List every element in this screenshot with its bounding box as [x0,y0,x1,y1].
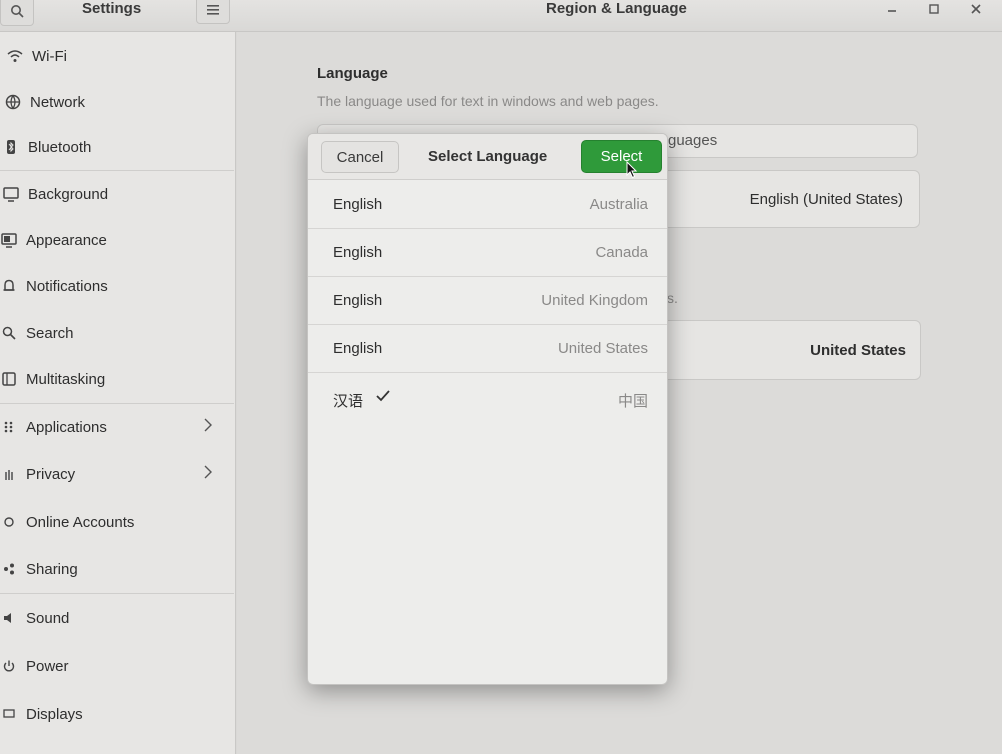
sidebar: Wi-Fi Network Bluetooth Background Appea… [0,32,236,754]
formats-value: United States [810,342,906,359]
hamburger-icon [207,5,219,15]
language-description: The language used for text in windows an… [317,93,659,109]
sidebar-item-privacy[interactable]: Privacy [0,451,228,497]
sidebar-item-label: Appearance [26,231,107,249]
language-name: English [333,292,383,309]
maximize-icon [929,4,939,14]
sidebar-item-label: Wi-Fi [32,47,67,65]
sidebar-divider [0,593,234,594]
sidebar-item-displays[interactable]: Displays [0,691,228,737]
cancel-button[interactable]: Cancel [321,141,399,173]
checkmark-icon [375,389,391,407]
language-region: 中国 [617,393,648,410]
sidebar-item-label: Online Accounts [26,513,135,531]
sidebar-item-power[interactable]: Power [0,643,228,689]
language-heading: Language [317,65,388,82]
bell-icon [0,277,18,295]
sidebar-item-notifications[interactable]: Notifications [0,263,228,309]
manage-languages-label: guages [668,132,718,149]
close-icon [971,4,981,14]
language-option[interactable]: English Australia [308,181,667,229]
sidebar-item-sharing[interactable]: Sharing [0,546,228,592]
sidebar-item-label: Privacy [26,465,76,483]
sidebar-item-label: Sharing [26,560,78,578]
sidebar-item-label: Bluetooth [28,138,92,156]
language-region: Canada [595,244,648,261]
language-option[interactable]: English United Kingdom [308,277,667,325]
sidebar-item-background[interactable]: Background [0,171,228,217]
menu-button[interactable] [196,0,230,24]
mouse-cursor-icon [626,161,638,179]
select-button[interactable]: Select [581,140,662,173]
background-icon [2,185,20,203]
sidebar-item-network[interactable]: Network [0,79,228,125]
language-region: United States [557,340,648,357]
sidebar-item-online-accounts[interactable]: Online Accounts [0,499,228,545]
share-icon [0,560,18,578]
sidebar-item-label: Displays [26,705,83,723]
sidebar-item-label: Multitasking [26,370,106,388]
wifi-icon [6,47,24,65]
language-option[interactable]: English United States [308,325,667,373]
language-name: 汉语 [333,393,364,410]
sidebar-item-label: Applications [26,418,107,436]
chevron-right-icon [204,418,212,436]
language-name: English [333,196,383,213]
language-name: English [333,340,383,357]
network-icon [4,93,22,111]
formats-description: s. [667,290,678,306]
hand-icon [0,465,18,483]
header-bar: Settings Region & Language [0,0,1002,32]
power-icon [0,657,18,675]
sidebar-item-wifi[interactable]: Wi-Fi [0,33,228,79]
search-icon [11,5,24,18]
sidebar-item-appearance[interactable]: Appearance [0,217,228,263]
language-name: English [333,244,383,261]
sidebar-item-label: Power [26,657,69,675]
sidebar-item-applications[interactable]: Applications [0,404,228,450]
maximize-button[interactable] [924,0,944,18]
close-button[interactable] [966,0,986,18]
language-region: United Kingdom [541,292,648,309]
sidebar-item-label: Background [28,185,109,203]
language-option[interactable]: English Canada [308,229,667,277]
sidebar-item-label: Search [26,324,74,342]
search-icon [0,324,18,342]
language-value: English (United States) [749,191,903,208]
bluetooth-icon [2,138,20,156]
sidebar-item-search[interactable]: Search [0,310,228,356]
sidebar-item-label: Network [30,93,86,111]
multitasking-icon [0,370,18,388]
apps-grid-icon [0,418,18,436]
cloud-icon [0,513,18,531]
sidebar-item-label: Notifications [26,277,108,295]
language-option-selected[interactable]: 汉语 中国 [308,375,667,423]
chevron-right-icon [204,465,212,483]
sidebar-item-bluetooth[interactable]: Bluetooth [0,124,228,170]
language-region: Australia [589,196,648,213]
dialog-header: Cancel Select Language Select [308,134,667,180]
page-title: Region & Language [546,0,687,17]
dialog-title: Select Language [428,148,548,165]
sidebar-item-label: Sound [26,609,70,627]
sidebar-title: Settings [82,0,142,17]
sidebar-item-sound[interactable]: Sound [0,595,228,641]
appearance-icon [0,231,18,249]
minimize-icon [888,10,896,12]
sidebar-item-multitasking[interactable]: Multitasking [0,356,228,402]
select-language-dialog: Cancel Select Language Select English Au… [307,133,668,685]
minimize-button[interactable] [882,0,902,18]
display-icon [0,705,18,723]
speaker-icon [0,609,18,627]
search-button[interactable] [0,0,34,26]
